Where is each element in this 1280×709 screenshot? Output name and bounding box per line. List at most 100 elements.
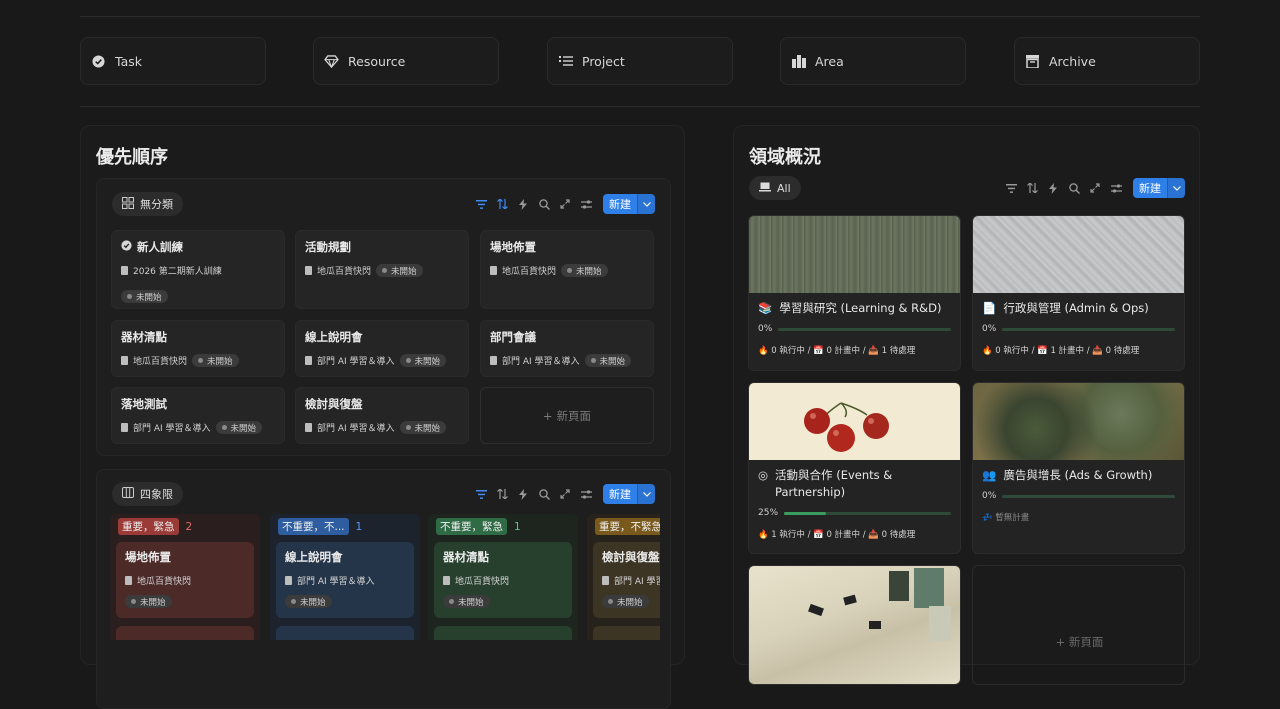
document-icon	[490, 356, 497, 365]
view-tab-board[interactable]: 無分類	[112, 192, 183, 216]
plus-icon: +	[542, 408, 553, 423]
new-page-button[interactable]: + 新頁面	[972, 565, 1185, 685]
automation-bolt-icon[interactable]	[516, 487, 530, 501]
filter-icon[interactable]	[474, 487, 488, 501]
document-icon	[490, 266, 497, 275]
document-icon: 📄	[982, 301, 997, 315]
status-tag-label: 未開始	[414, 423, 441, 434]
task-card[interactable]: 器材清點 地瓜百貨快閃 未開始	[111, 320, 285, 377]
quadrant-card[interactable]	[116, 626, 254, 640]
list-icon	[558, 54, 573, 69]
task-link[interactable]: Task	[80, 37, 266, 85]
area-cover-image	[973, 383, 1184, 460]
book-icon: 📚	[758, 301, 773, 315]
new-dropdown-chevron-icon[interactable]	[637, 484, 655, 504]
view-tab-matrix[interactable]: 四象限	[112, 482, 183, 506]
search-icon[interactable]	[1067, 181, 1081, 195]
settings-sliders-icon[interactable]	[579, 487, 593, 501]
new-dropdown-chevron-icon[interactable]	[637, 194, 655, 214]
view-tab-all-label: All	[777, 181, 791, 195]
areas-toolbar: 新建	[1004, 178, 1185, 198]
area-cover-image	[749, 566, 960, 684]
task-card-title: 落地測試	[121, 397, 167, 411]
search-icon[interactable]	[537, 487, 551, 501]
quadrant-card-relation: 地瓜百貨快閃	[455, 577, 510, 587]
area-card[interactable]: 📄 行政與管理 (Admin & Ops) 0% 🔥 0 執行中 / 📅 1 計畫…	[972, 215, 1185, 371]
task-card-title: 場地佈置	[490, 240, 536, 254]
expand-icon[interactable]	[558, 487, 572, 501]
area-card-title: 活動與合作 (Events & Partnership)	[775, 468, 893, 499]
quadrant-label: 重要，不緊急	[595, 518, 660, 535]
project-link[interactable]: Project	[547, 37, 733, 85]
new-page-label: 新頁面	[556, 408, 592, 423]
automation-bolt-icon[interactable]	[1046, 181, 1060, 195]
quadrant-card[interactable]	[276, 626, 414, 640]
settings-sliders-icon[interactable]	[579, 197, 593, 211]
area-stats: 🔥 1 執行中 / 📅 0 計畫中 / 📥 0 待處理	[758, 530, 916, 540]
area-no-plan: 💤 暫無計畫	[982, 513, 1030, 523]
status-tag-label: 未開始	[140, 597, 166, 608]
filter-icon[interactable]	[1004, 181, 1018, 195]
quadrant-card[interactable]: 場地佈置 地瓜百貨快閃 未開始	[116, 542, 254, 618]
board-grid-icon	[122, 196, 134, 212]
task-card-relation: 地瓜百貨快閃	[133, 357, 188, 367]
area-progress-text: 25%	[758, 508, 779, 518]
check-circle-icon	[121, 240, 132, 254]
database-links-row: Task Resource Project Area Archive	[80, 37, 1200, 85]
plus-icon: +	[1055, 635, 1069, 649]
task-card[interactable]: 檢討與復盤 部門 AI 學習＆導入 未開始	[295, 387, 469, 444]
task-card[interactable]: 部門會議 部門 AI 學習＆導入 未開始	[480, 320, 654, 377]
expand-icon[interactable]	[1088, 181, 1102, 195]
task-card[interactable]: 活動規劃 地瓜百貨快閃 未開始	[295, 230, 469, 309]
task-card[interactable]: 新人訓練 2026 第二期新人訓練 未開始	[111, 230, 285, 309]
quadrant-card-title: 器材清點	[443, 550, 489, 564]
task-card-relation: 地瓜百貨快閃	[502, 267, 557, 277]
area-card-title: 廣告與增長 (Ads & Growth)	[1003, 468, 1153, 482]
board-toolbar: 新建	[474, 194, 655, 214]
new-button[interactable]: 新建	[603, 484, 637, 504]
task-card[interactable]: 線上說明會 部門 AI 學習＆導入 未開始	[295, 320, 469, 377]
automation-bolt-icon[interactable]	[516, 197, 530, 211]
archive-link[interactable]: Archive	[1014, 37, 1200, 85]
search-icon[interactable]	[537, 197, 551, 211]
priority-board-view: 無分類 新建 新人訓練 2026 第二期新人訓練 未開始 活動規劃 地瓜百貨快閃…	[96, 178, 671, 456]
new-page-button[interactable]: + 新頁面	[480, 387, 654, 444]
task-card[interactable]: 場地佈置 地瓜百貨快閃 未開始	[480, 230, 654, 309]
new-page-label: 新頁面	[1068, 635, 1104, 649]
area-card[interactable]: ◎ 活動與合作 (Events & Partnership) 25% 🔥 1 執行…	[748, 382, 961, 554]
status-tag-label: 未開始	[617, 597, 643, 608]
new-button[interactable]: 新建	[603, 194, 637, 214]
expand-icon[interactable]	[558, 197, 572, 211]
area-card[interactable]: 👥 廣告與增長 (Ads & Growth) 0% 💤 暫無計畫	[972, 382, 1185, 554]
new-button[interactable]: 新建	[1133, 178, 1167, 198]
matrix-toolbar: 新建	[474, 484, 655, 504]
status-tag: 未開始	[376, 264, 423, 277]
sort-icon[interactable]	[1025, 181, 1039, 195]
quadrant-card[interactable]: 器材清點 地瓜百貨快閃 未開始	[434, 542, 572, 618]
area-cover-image	[973, 216, 1184, 293]
archive-link-label: Archive	[1049, 53, 1096, 69]
task-card[interactable]: 落地測試 部門 AI 學習＆導入 未開始	[111, 387, 285, 444]
new-dropdown-chevron-icon[interactable]	[1167, 178, 1185, 198]
quadrant-card[interactable]	[593, 626, 660, 640]
view-tab-all[interactable]: All	[749, 176, 801, 200]
quadrant-card[interactable]: 檢討與復盤 部門 AI 學習＆導入 未開始	[593, 542, 660, 618]
area-link[interactable]: Area	[780, 37, 966, 85]
quadrant-card-title: 檢討與復盤	[602, 550, 660, 564]
settings-sliders-icon[interactable]	[1109, 181, 1123, 195]
quadrant-card[interactable]	[434, 626, 572, 640]
project-link-label: Project	[582, 53, 625, 69]
area-link-label: Area	[815, 53, 844, 69]
quadrant-card[interactable]: 線上說明會 部門 AI 學習＆導入 未開始	[276, 542, 414, 618]
document-icon	[121, 423, 128, 432]
status-tag-label: 未開始	[414, 356, 441, 367]
area-card[interactable]: 📚 學習與研究 (Learning & R&D) 0% 🔥 0 執行中 / 📅 0…	[748, 215, 961, 371]
filter-icon[interactable]	[474, 197, 488, 211]
area-card[interactable]	[748, 565, 961, 685]
sort-icon[interactable]	[495, 487, 509, 501]
sort-icon[interactable]	[495, 197, 509, 211]
document-icon	[305, 266, 312, 275]
quadrant-column: 不重要，緊急 1 器材清點 地瓜百貨快閃 未開始	[428, 514, 578, 640]
status-tag: 未開始	[584, 354, 632, 367]
resource-link[interactable]: Resource	[313, 37, 499, 85]
